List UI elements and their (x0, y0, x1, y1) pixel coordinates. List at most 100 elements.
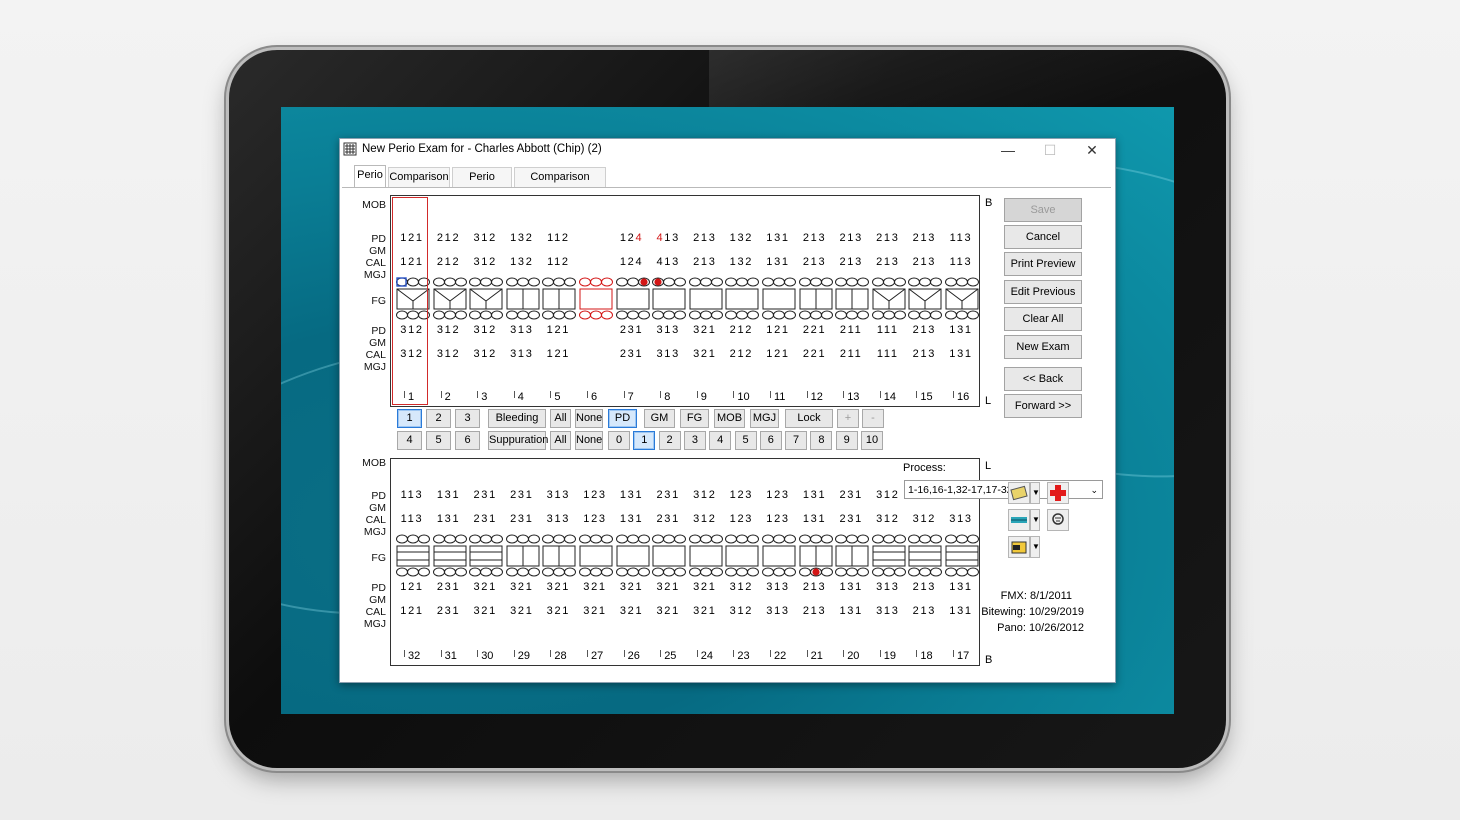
suppuration-none-button[interactable]: None (575, 431, 603, 450)
tooth-diagram-27[interactable] (579, 534, 613, 578)
cal-value[interactable]: 312 (430, 348, 468, 360)
mode-mob-button[interactable]: MOB (714, 409, 745, 428)
probing-depth-value[interactable]: 231 (503, 489, 541, 501)
probing-depth-value[interactable]: 313 (869, 581, 907, 593)
cal-value[interactable]: 123 (759, 513, 797, 525)
notes-icon[interactable] (1008, 482, 1030, 504)
probing-depth-value[interactable]: 413 (649, 232, 687, 244)
cal-value[interactable]: 413 (649, 256, 687, 268)
medical-alert-icon[interactable] (1047, 482, 1069, 504)
cal-value[interactable]: 121 (759, 348, 797, 360)
tooth-diagram-7[interactable] (615, 277, 650, 321)
cal-value[interactable]: 321 (686, 348, 724, 360)
tooth-diagram-16[interactable] (945, 277, 979, 321)
probing-depth-value[interactable]: 123 (722, 489, 760, 501)
tab-perio-graph[interactable]: Perio Graph (452, 167, 512, 202)
cal-value[interactable]: 231 (466, 513, 504, 525)
tooth-diagram-26[interactable] (615, 534, 650, 578)
probing-depth-value[interactable]: 231 (466, 489, 504, 501)
probing-depth-value[interactable]: 213 (796, 232, 834, 244)
cal-value[interactable]: 321 (613, 605, 651, 617)
tab-perio[interactable]: Perio (354, 165, 386, 187)
probing-depth-value[interactable]: 131 (613, 489, 651, 501)
bleeding-button[interactable]: Bleeding (488, 409, 546, 428)
folder-dropdown-icon[interactable]: ▼ (1030, 536, 1040, 558)
tooth-diagram-6[interactable] (579, 277, 613, 321)
print-preview-button[interactable]: Print Preview (1004, 252, 1082, 276)
probing-depth-value[interactable]: 321 (649, 581, 687, 593)
probing-depth-value[interactable]: 121 (539, 324, 577, 336)
clear-all-button[interactable]: Clear All (1004, 307, 1082, 331)
tooth-diagram-13[interactable] (835, 277, 870, 321)
tab-comparison[interactable]: Comparison (388, 167, 450, 187)
tooth-diagram-25[interactable] (652, 534, 687, 578)
tooth-number[interactable]: 21 (811, 650, 823, 662)
probe-dropdown-icon[interactable]: ▼ (1030, 509, 1040, 531)
cal-value[interactable]: 213 (686, 256, 724, 268)
cal-value[interactable]: 231 (649, 513, 687, 525)
tooth-number[interactable]: 32 (408, 650, 420, 662)
tooth-number[interactable]: 30 (481, 650, 493, 662)
cal-value[interactable]: 213 (905, 605, 943, 617)
cal-value[interactable]: 132 (503, 256, 541, 268)
cal-value[interactable]: 321 (576, 605, 614, 617)
tooth-diagram-18[interactable] (908, 534, 943, 578)
probing-depth-value[interactable]: 313 (759, 581, 797, 593)
cal-value[interactable]: 124 (613, 256, 651, 268)
tooth-number[interactable]: 6 (591, 391, 597, 403)
probing-depth-value[interactable]: 111 (869, 324, 907, 336)
value-8-button[interactable]: 8 (810, 431, 833, 450)
site-6-button[interactable]: 6 (455, 431, 480, 450)
cal-value[interactable]: 321 (466, 605, 504, 617)
cal-value[interactable]: 111 (869, 348, 907, 360)
tooth-diagram-22[interactable] (762, 534, 796, 578)
tooth-number[interactable]: 16 (957, 391, 969, 403)
probing-depth-value[interactable]: 231 (430, 581, 468, 593)
tooth-diagram-2[interactable] (432, 277, 467, 321)
tooth-diagram-14[interactable] (871, 277, 906, 321)
value-10-button[interactable]: 10 (861, 431, 883, 450)
tooth-diagram-23[interactable] (725, 534, 760, 578)
bleeding-none-button[interactable]: None (575, 409, 603, 428)
tooth-number[interactable]: 7 (628, 391, 634, 403)
tooth-diagram-31[interactable] (432, 534, 467, 578)
tooth-diagram-21[interactable] (798, 534, 833, 578)
cal-value[interactable]: 321 (503, 605, 541, 617)
cal-value[interactable]: 131 (796, 513, 834, 525)
back-button[interactable]: << Back (1004, 367, 1082, 391)
probing-depth-value[interactable]: 213 (832, 232, 870, 244)
tooth-number[interactable]: 26 (628, 650, 640, 662)
save-button[interactable]: Save (1004, 198, 1082, 222)
tooth-number[interactable]: 17 (957, 650, 969, 662)
probing-depth-value[interactable]: 113 (942, 232, 980, 244)
probing-depth-value[interactable]: 312 (466, 324, 504, 336)
tooth-number[interactable]: 3 (481, 391, 487, 403)
value-7-button[interactable]: 7 (785, 431, 808, 450)
probing-depth-value[interactable]: 213 (796, 581, 834, 593)
probing-depth-value[interactable]: 321 (466, 581, 504, 593)
probing-depth-value[interactable]: 312 (430, 324, 468, 336)
probing-depth-value[interactable]: 221 (796, 324, 834, 336)
cal-value[interactable]: 312 (905, 513, 943, 525)
tooth-number[interactable]: 24 (701, 650, 713, 662)
lock-button[interactable]: Lock (785, 409, 833, 428)
probing-depth-value[interactable]: 123 (759, 489, 797, 501)
tooth-diagram-17[interactable] (945, 534, 979, 578)
cal-value[interactable]: 121 (539, 348, 577, 360)
tooth-diagram-8[interactable] (652, 277, 687, 321)
cal-value[interactable]: 312 (869, 513, 907, 525)
probing-depth-value[interactable]: 212 (722, 324, 760, 336)
tooth-number[interactable]: 15 (920, 391, 932, 403)
cal-value[interactable]: 123 (576, 513, 614, 525)
cal-value[interactable]: 313 (759, 605, 797, 617)
cal-value[interactable]: 312 (466, 256, 504, 268)
suppuration-button[interactable]: Suppuration (488, 431, 548, 450)
probing-depth-value[interactable]: 321 (686, 324, 724, 336)
probing-depth-value[interactable]: 131 (832, 581, 870, 593)
probing-depth-value[interactable]: 213 (686, 232, 724, 244)
tooth-diagram-11[interactable] (762, 277, 796, 321)
tooth-number[interactable]: 13 (847, 391, 859, 403)
site-4-button[interactable]: 4 (397, 431, 422, 450)
tooth-diagram-20[interactable] (835, 534, 870, 578)
notes-dropdown-icon[interactable]: ▼ (1030, 482, 1040, 504)
